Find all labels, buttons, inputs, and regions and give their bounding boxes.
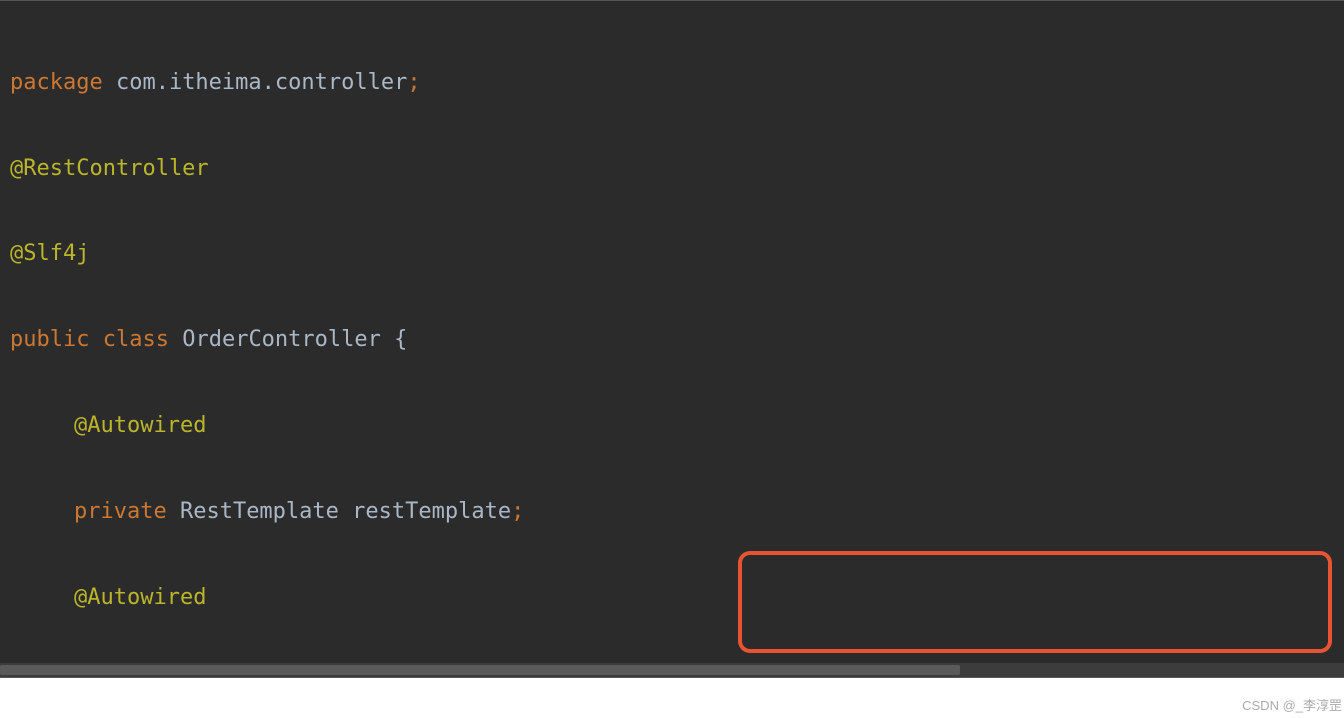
- keyword-public: public: [10, 327, 89, 352]
- annotation-restcontroller: @RestController: [10, 156, 209, 181]
- semicolon: ;: [407, 70, 420, 95]
- code-line-1: package com.itheima.controller;: [10, 62, 1334, 105]
- keyword-package: package: [10, 70, 103, 95]
- code-line-2: @RestController: [10, 148, 1334, 191]
- annotation-autowired: @Autowired: [74, 413, 206, 438]
- code-editor[interactable]: package com.itheima.controller; @RestCon…: [0, 0, 1344, 678]
- annotation-autowired: @Autowired: [74, 585, 206, 610]
- code-line-7: @Autowired: [10, 577, 1334, 620]
- watermark: CSDN @_李淳罡: [1242, 695, 1342, 714]
- class-name: OrderController: [169, 327, 394, 352]
- code-line-5: @Autowired: [10, 405, 1334, 448]
- keyword-private: private: [74, 499, 167, 524]
- semicolon: ;: [511, 499, 524, 524]
- code-line-3: @Slf4j: [10, 233, 1334, 276]
- code-line-6: private RestTemplate restTemplate;: [10, 491, 1334, 534]
- annotation-slf4j: @Slf4j: [10, 241, 89, 266]
- package-name: com.itheima.controller: [103, 70, 408, 95]
- open-brace: {: [394, 327, 407, 352]
- horizontal-scrollbar-thumb[interactable]: [0, 665, 960, 675]
- keyword-class: class: [89, 327, 168, 352]
- code-line-4: public class OrderController {: [10, 319, 1334, 362]
- horizontal-scrollbar-track[interactable]: [0, 663, 1344, 677]
- field-resttemplate: RestTemplate restTemplate: [167, 499, 511, 524]
